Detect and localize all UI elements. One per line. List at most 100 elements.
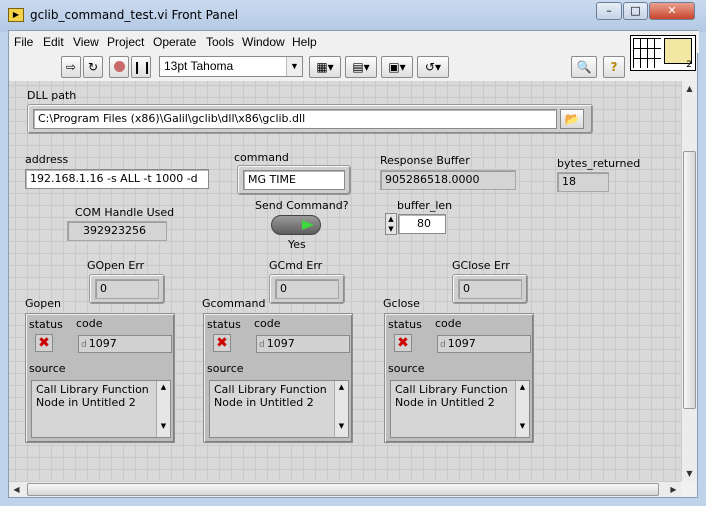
gclose-code-indicator: d 1097: [437, 335, 531, 353]
gcmd-err-frame: 0: [269, 274, 345, 304]
gopen-source-text: Call Library Function Node in Untitled 2: [36, 383, 149, 409]
command-control: MG TIME: [237, 165, 351, 195]
gclose-err-indicator: 0: [458, 279, 522, 299]
buffer-len-increment-icon[interactable]: ▲ ▼: [385, 213, 397, 235]
address-input[interactable]: 192.168.1.16 -s ALL -t 1000 -d: [25, 169, 209, 189]
menu-project[interactable]: Project: [107, 35, 144, 49]
radix-icon: d: [440, 340, 446, 350]
browse-folder-icon[interactable]: 📂: [560, 109, 584, 129]
align-objects-icon[interactable]: ▦▾: [309, 56, 341, 78]
scroll-left-icon[interactable]: ◀: [9, 482, 24, 497]
gopen-err-indicator: 0: [95, 279, 159, 299]
gclose-code-label: code: [435, 317, 462, 330]
gcommand-status-label: status: [207, 318, 241, 331]
com-handle-label: COM Handle Used: [75, 206, 175, 219]
com-handle-indicator: 392923256: [67, 221, 167, 241]
pause-icon[interactable]: ❙❙: [131, 56, 152, 78]
gclose-err-label: GClose Err: [452, 259, 510, 272]
run-arrow-icon[interactable]: ⇨: [61, 56, 81, 78]
radix-icon: d: [81, 340, 87, 350]
send-command-button[interactable]: [271, 215, 321, 235]
scroll-up-icon[interactable]: ▲: [682, 81, 697, 96]
menu-help[interactable]: Help: [292, 35, 317, 49]
error-x-icon: ✖: [397, 335, 409, 351]
gclose-source-scrollbar[interactable]: ▲ ▼: [515, 381, 529, 437]
gcommand-source-text: Call Library Function Node in Untitled 2: [214, 383, 327, 409]
gcommand-code-label: code: [254, 317, 281, 330]
gcmd-err-label: GCmd Err: [269, 259, 323, 272]
maximize-button[interactable]: □: [623, 2, 648, 20]
gopen-code-indicator: d 1097: [78, 335, 172, 353]
address-label: address: [25, 153, 69, 166]
menu-file[interactable]: File: [14, 35, 33, 49]
front-panel-window: File Edit View Project Operate Tools Win…: [8, 30, 699, 498]
labview-vi-icon: ▶: [8, 8, 24, 22]
minimize-button[interactable]: –: [596, 2, 622, 20]
dll-path-control: C:\Program Files (x86)\Galil\gclib\dll\x…: [27, 104, 593, 134]
gopen-status-indicator: ✖: [35, 334, 53, 352]
gclose-cluster-label: Gclose: [383, 297, 420, 310]
gcommand-code-indicator: d 1097: [256, 335, 350, 353]
gclose-source-label: source: [388, 362, 425, 375]
gclose-code-value: 1097: [447, 337, 476, 350]
distribute-objects-icon[interactable]: ▤▾: [345, 56, 377, 78]
connector-pane-icon[interactable]: 2: [630, 35, 696, 71]
vertical-scrollbar[interactable]: ▲ ▼: [681, 81, 697, 481]
chevron-down-icon: ▼: [286, 57, 302, 76]
radix-icon: d: [259, 340, 265, 350]
menu-view[interactable]: View: [73, 35, 99, 49]
gopen-err-frame: 0: [89, 274, 165, 304]
gcommand-status-indicator: ✖: [213, 334, 231, 352]
font-select[interactable]: 13pt Tahoma ▼: [159, 56, 303, 77]
dll-path-input[interactable]: C:\Program Files (x86)\Galil\gclib\dll\x…: [33, 109, 557, 129]
response-buffer-indicator: 905286518.0000: [380, 170, 516, 190]
menu-edit[interactable]: Edit: [43, 35, 64, 49]
gclose-error-cluster: status code ✖ d 1097 source Call Library …: [384, 313, 534, 443]
command-input[interactable]: MG TIME: [243, 170, 345, 190]
menu-tools[interactable]: Tools: [206, 35, 234, 49]
context-help-icon[interactable]: ?: [603, 56, 625, 78]
send-command-state: Yes: [288, 238, 306, 251]
gclose-status-label: status: [388, 318, 422, 331]
menu-operate[interactable]: Operate: [153, 35, 196, 49]
abort-icon[interactable]: [109, 56, 129, 78]
gcommand-source-indicator: Call Library Function Node in Untitled 2…: [209, 380, 349, 438]
reorder-icon[interactable]: ↺▾: [417, 56, 449, 78]
resize-objects-icon[interactable]: ▣▾: [381, 56, 413, 78]
gcmd-err-indicator: 0: [275, 279, 339, 299]
gcommand-source-scrollbar[interactable]: ▲ ▼: [334, 381, 348, 437]
search-icon[interactable]: 🔍: [571, 56, 597, 78]
window-titlebar[interactable]: ▶ gclib_command_test.vi Front Panel – □ …: [0, 0, 706, 32]
gclose-source-text: Call Library Function Node in Untitled 2: [395, 383, 508, 409]
toolbar: ⇨ ↻ ❙❙ 13pt Tahoma ▼ ▦▾ ▤▾ ▣▾ ↺▾ 🔍 ?: [9, 53, 629, 81]
bytes-returned-label: bytes_returned: [557, 157, 641, 170]
gopen-source-scrollbar[interactable]: ▲ ▼: [156, 381, 170, 437]
run-continuous-icon[interactable]: ↻: [83, 56, 103, 78]
menu-window[interactable]: Window: [242, 35, 285, 49]
buffer-len-input[interactable]: 80: [398, 214, 446, 234]
gcommand-source-label: source: [207, 362, 244, 375]
connector-number: 2: [686, 60, 692, 70]
gopen-source-indicator: Call Library Function Node in Untitled 2…: [31, 380, 171, 438]
error-x-icon: ✖: [216, 335, 228, 351]
response-buffer-label: Response Buffer: [380, 154, 470, 167]
menu-bar: File Edit View Project Operate Tools Win…: [9, 31, 699, 53]
bytes-returned-indicator: 18: [557, 172, 609, 192]
command-label: command: [234, 151, 289, 164]
scroll-down-icon[interactable]: ▼: [682, 466, 697, 481]
gcommand-cluster-label: Gcommand: [202, 297, 266, 310]
gclose-err-frame: 0: [452, 274, 528, 304]
gopen-cluster-label: Gopen: [25, 297, 61, 310]
gcommand-code-value: 1097: [266, 337, 295, 350]
dll-path-label: DLL path: [27, 89, 77, 102]
horizontal-scrollbar[interactable]: ◀ ▶: [9, 481, 681, 497]
gopen-code-value: 1097: [88, 337, 117, 350]
window-title: gclib_command_test.vi Front Panel: [30, 8, 239, 22]
gclose-status-indicator: ✖: [394, 334, 412, 352]
vertical-scroll-thumb[interactable]: [683, 151, 696, 409]
scroll-right-icon[interactable]: ▶: [666, 482, 681, 497]
gopen-status-label: status: [29, 318, 63, 331]
gopen-err-label: GOpen Err: [87, 259, 145, 272]
horizontal-scroll-thumb[interactable]: [27, 483, 659, 496]
close-button[interactable]: ✕: [649, 2, 695, 20]
